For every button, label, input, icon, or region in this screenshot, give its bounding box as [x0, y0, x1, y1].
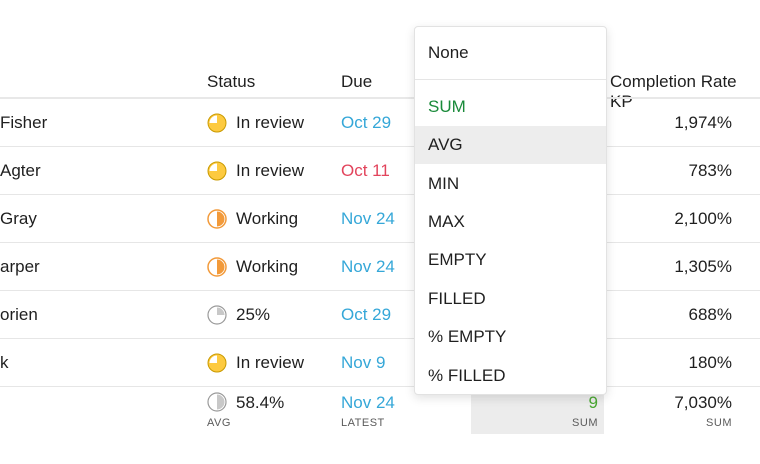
- table-row[interactable]: k In review Nov 9 180%: [0, 339, 760, 387]
- completion-rate-value: 1,305%: [674, 257, 732, 276]
- column-header-status[interactable]: Status: [207, 72, 255, 92]
- menu-item-max[interactable]: MAX: [415, 203, 606, 241]
- summary-status-value: 58.4%: [236, 393, 285, 412]
- row-name: Agter: [0, 161, 41, 180]
- status-label: Working: [236, 257, 299, 276]
- table-row[interactable]: Gray Working Nov 24 2,100%: [0, 195, 760, 243]
- status-cell[interactable]: In review: [207, 339, 304, 387]
- completion-rate-value: 783%: [688, 161, 732, 180]
- due-date[interactable]: Oct 11: [341, 147, 390, 195]
- half-circle-yellow-icon: [207, 353, 227, 373]
- column-header-due[interactable]: Due: [341, 72, 372, 92]
- summary-rate-value: 7,030%: [674, 393, 732, 412]
- half-circle-yellow-icon: [207, 113, 227, 133]
- menu-item-percent-filled[interactable]: % FILLED: [415, 357, 606, 395]
- completion-rate-value: 1,974%: [674, 113, 732, 132]
- menu-item-empty[interactable]: EMPTY: [415, 241, 606, 279]
- menu-item-min[interactable]: MIN: [415, 165, 606, 203]
- due-date[interactable]: Nov 24: [341, 243, 395, 291]
- summary-count-label: SUM: [572, 417, 598, 429]
- row-name: arper: [0, 257, 40, 276]
- menu-item-avg[interactable]: AVG: [415, 126, 606, 164]
- status-label: Working: [236, 209, 299, 228]
- menu-item-none[interactable]: None: [428, 43, 469, 63]
- summary-rate-label: SUM: [706, 417, 732, 429]
- table-row[interactable]: Fisher In review Oct 29 1,974%: [0, 99, 760, 147]
- completion-rate-value: 2,100%: [674, 209, 732, 228]
- status-cell[interactable]: Working: [207, 195, 298, 243]
- row-name: orien: [0, 305, 38, 324]
- completion-rate-value: 180%: [688, 353, 732, 372]
- half-circle-yellow-icon: [207, 161, 227, 181]
- due-date[interactable]: Nov 24: [341, 195, 395, 243]
- row-name: Fisher: [0, 113, 48, 132]
- menu-item-percent-empty[interactable]: % EMPTY: [415, 318, 606, 356]
- table-row[interactable]: Agter In review Oct 11 783%: [0, 147, 760, 195]
- summary-status-label: AVG: [207, 417, 231, 429]
- status-label: In review: [236, 161, 305, 180]
- half-circle-orange-icon: [207, 257, 227, 277]
- due-date[interactable]: Nov 9: [341, 339, 385, 387]
- row-name: k: [0, 353, 9, 372]
- summary-row: 58.4% AVG Nov 24 LATEST 9 SUM 7,030% SUM: [0, 387, 760, 447]
- status-label: 25%: [236, 305, 271, 324]
- status-cell[interactable]: Working: [207, 243, 298, 291]
- quarter-circle-gray-icon: [207, 305, 227, 325]
- menu-divider: [415, 79, 606, 80]
- status-label: In review: [236, 113, 305, 132]
- half-circle-orange-icon: [207, 209, 227, 229]
- row-name: Gray: [0, 209, 37, 228]
- completion-rate-value: 688%: [688, 305, 732, 324]
- menu-item-sum[interactable]: SUM: [415, 88, 606, 126]
- status-cell[interactable]: 25%: [207, 291, 270, 339]
- due-date[interactable]: Oct 29: [341, 291, 391, 339]
- partial-circle-gray-icon: [207, 392, 227, 412]
- summary-due-label: LATEST: [341, 417, 385, 429]
- status-cell[interactable]: In review: [207, 147, 304, 195]
- status-label: In review: [236, 353, 305, 372]
- table-row[interactable]: arper Working Nov 24 1,305%: [0, 243, 760, 291]
- due-date[interactable]: Oct 29: [341, 99, 391, 147]
- menu-item-filled[interactable]: FILLED: [415, 280, 606, 318]
- aggregation-dropdown-menu: None SUM AVG MIN MAX EMPTY FILLED % EMPT…: [414, 26, 607, 395]
- summary-due-value: Nov 24: [341, 393, 395, 412]
- table-row[interactable]: orien 25% Oct 29 688%: [0, 291, 760, 339]
- status-cell[interactable]: In review: [207, 99, 304, 147]
- summary-count-value: 9: [588, 393, 598, 412]
